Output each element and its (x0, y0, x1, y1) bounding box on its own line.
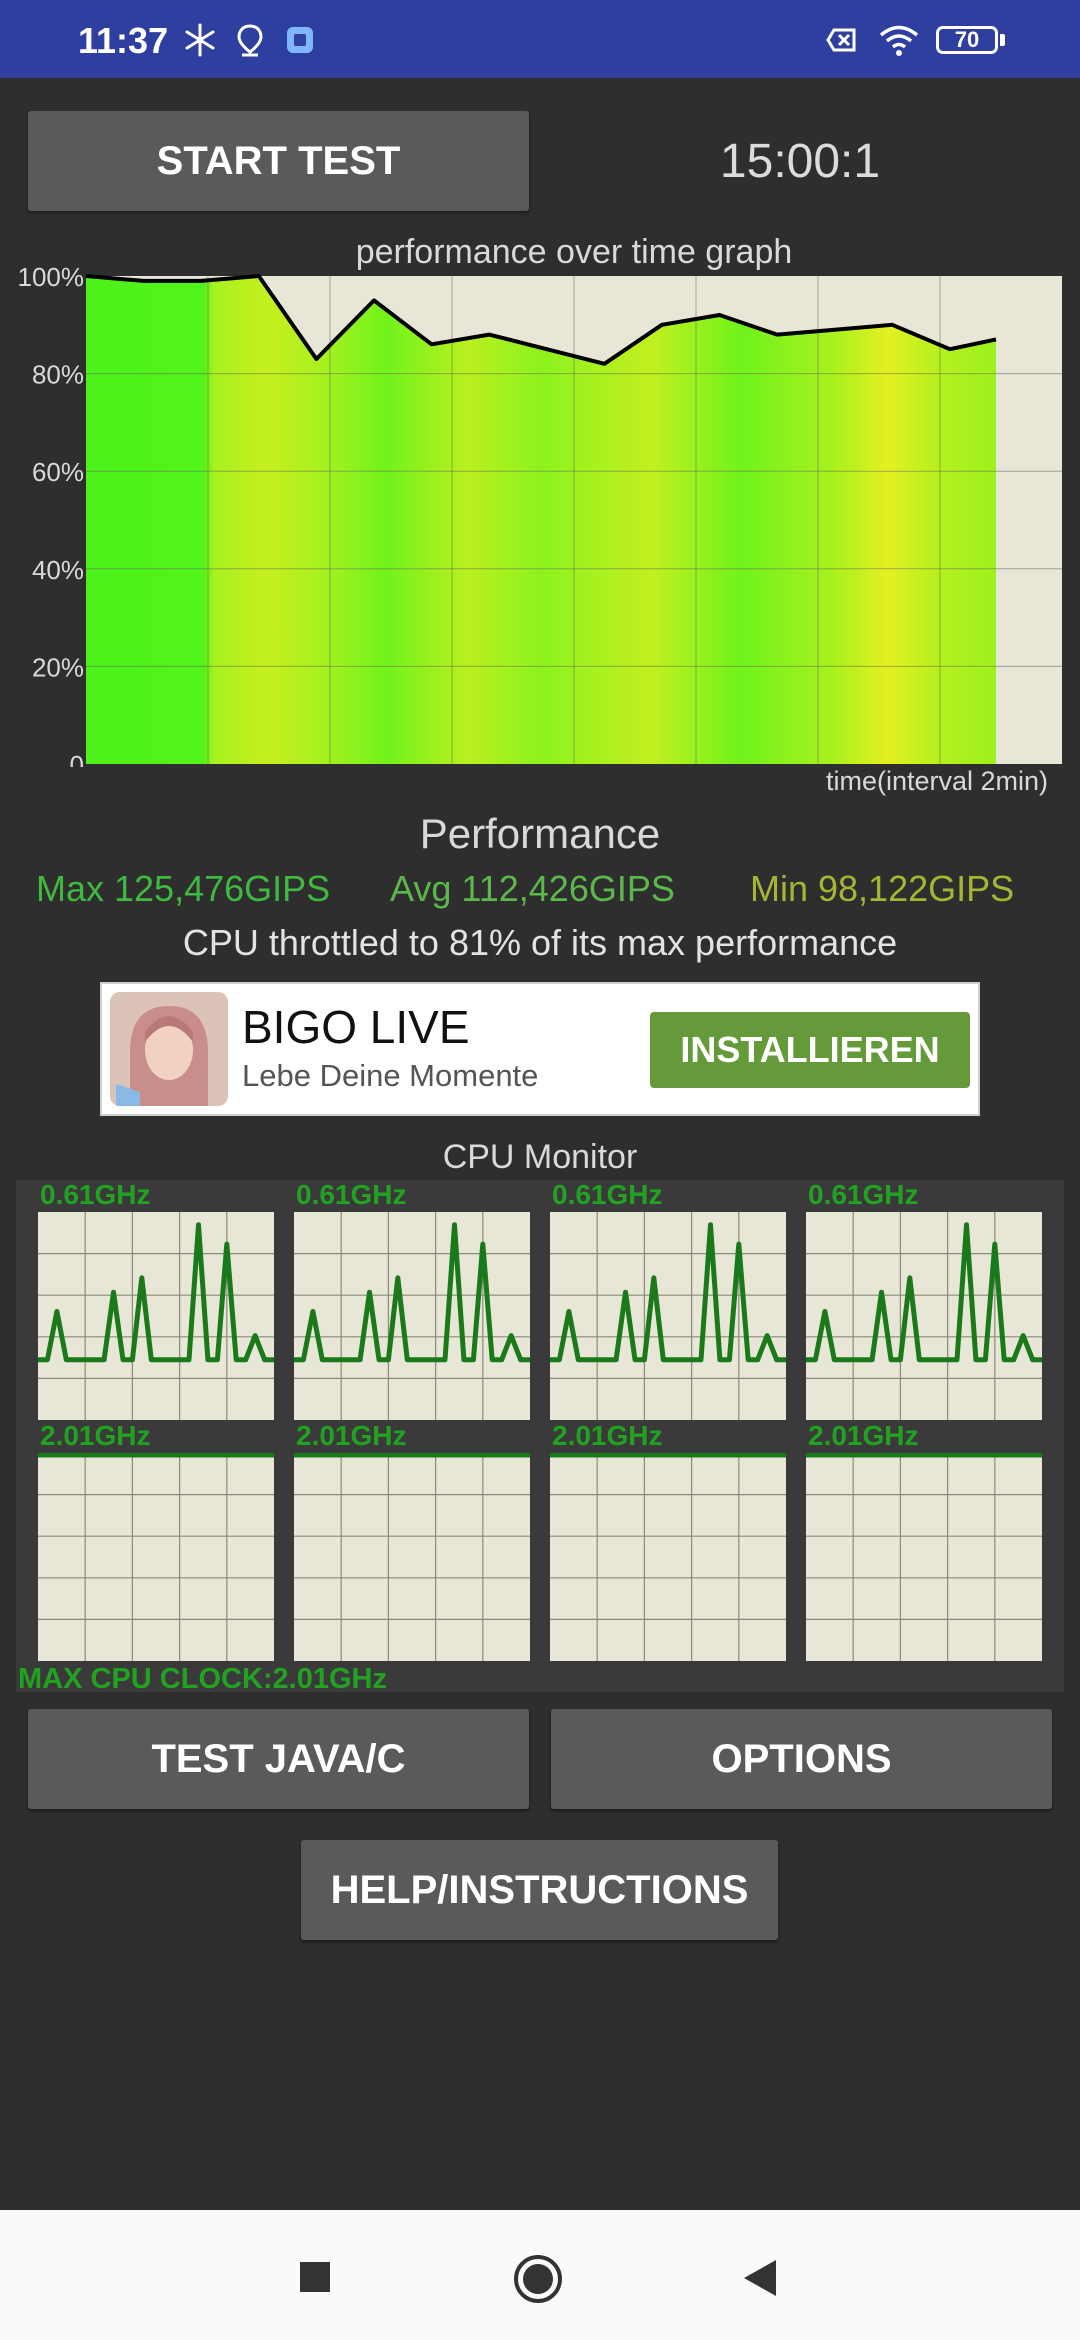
throttle-summary: CPU throttled to 81% of its max performa… (182, 922, 898, 963)
y-tick-label: 20% (32, 652, 84, 682)
core-graph (38, 1212, 274, 1420)
core-frequency-label: 0.61GHz (552, 1179, 663, 1210)
test-java-c-button[interactable]: TEST JAVA/C (28, 1709, 529, 1809)
core-graph (294, 1453, 530, 1661)
snowflake-icon (185, 23, 215, 57)
performance-heading: Performance (419, 810, 661, 857)
y-tick-label: 0 (70, 750, 84, 767)
options-button[interactable]: OPTIONS (551, 1709, 1052, 1809)
y-tick-label: 80% (32, 360, 84, 390)
performance-graph: 100% 80% 60% 40% 20% 0 (18, 262, 1062, 767)
status-bar: 11:37 70 (0, 0, 1080, 78)
core-graph (806, 1453, 1042, 1661)
y-tick-label: 60% (32, 457, 84, 487)
core-graph (550, 1212, 786, 1420)
help-instructions-button[interactable]: HELP/INSTRUCTIONS (301, 1840, 778, 1940)
back-icon[interactable] (742, 2258, 778, 2298)
status-time: 11:37 (78, 20, 169, 61)
ad-portrait-icon (110, 992, 228, 1106)
cpu-monitor-title: CPU Monitor (442, 1138, 638, 1176)
core-frequency-label: 0.61GHz (808, 1179, 919, 1210)
navigation-bar (0, 2210, 1080, 2340)
core-graph (294, 1212, 530, 1420)
sim-blocked-icon (826, 28, 856, 52)
home-icon[interactable] (512, 2253, 564, 2305)
core-graph (38, 1453, 274, 1661)
recents-icon[interactable] (298, 2260, 332, 2294)
core-graph (550, 1453, 786, 1661)
start-test-button[interactable]: START TEST (28, 111, 529, 211)
core-frequency-label: 0.61GHz (40, 1179, 151, 1210)
core-frequency-label: 0.61GHz (296, 1179, 407, 1210)
app-badge-icon (287, 27, 313, 53)
core-frequency-label: 2.01GHz (40, 1420, 151, 1451)
test-timer: 15:00:1 (719, 135, 881, 188)
battery-tip (1000, 34, 1005, 46)
wifi-icon (879, 25, 919, 56)
core-frequency-label: 2.01GHz (552, 1420, 663, 1451)
y-tick-label: 40% (32, 555, 84, 585)
avg-performance: Avg 112,426GIPS (390, 868, 675, 909)
max-cpu-clock: MAX CPU CLOCK:2.01GHz (18, 1663, 387, 1695)
core-graph (806, 1212, 1042, 1420)
ad-install-button[interactable]: INSTALLIEREN (650, 1012, 970, 1088)
core-frequency-label: 2.01GHz (296, 1420, 407, 1451)
ad-banner[interactable]: BIGO LIVE Lebe Deine Momente INSTALLIERE… (100, 982, 980, 1116)
graph-x-label: time(interval 2min) (826, 766, 1049, 796)
ad-image[interactable] (110, 992, 228, 1106)
ad-subtitle: Lebe Deine Momente (242, 1058, 539, 1093)
max-performance: Max 125,476GIPS (36, 868, 331, 909)
y-tick-label: 100% (18, 262, 85, 292)
core-frequency-label: 2.01GHz (808, 1420, 919, 1451)
min-performance: Min 98,122GIPS (750, 868, 1015, 909)
ad-title: BIGO LIVE (242, 1001, 470, 1053)
location-icon (237, 24, 263, 57)
battery-icon: 70 (936, 26, 998, 54)
